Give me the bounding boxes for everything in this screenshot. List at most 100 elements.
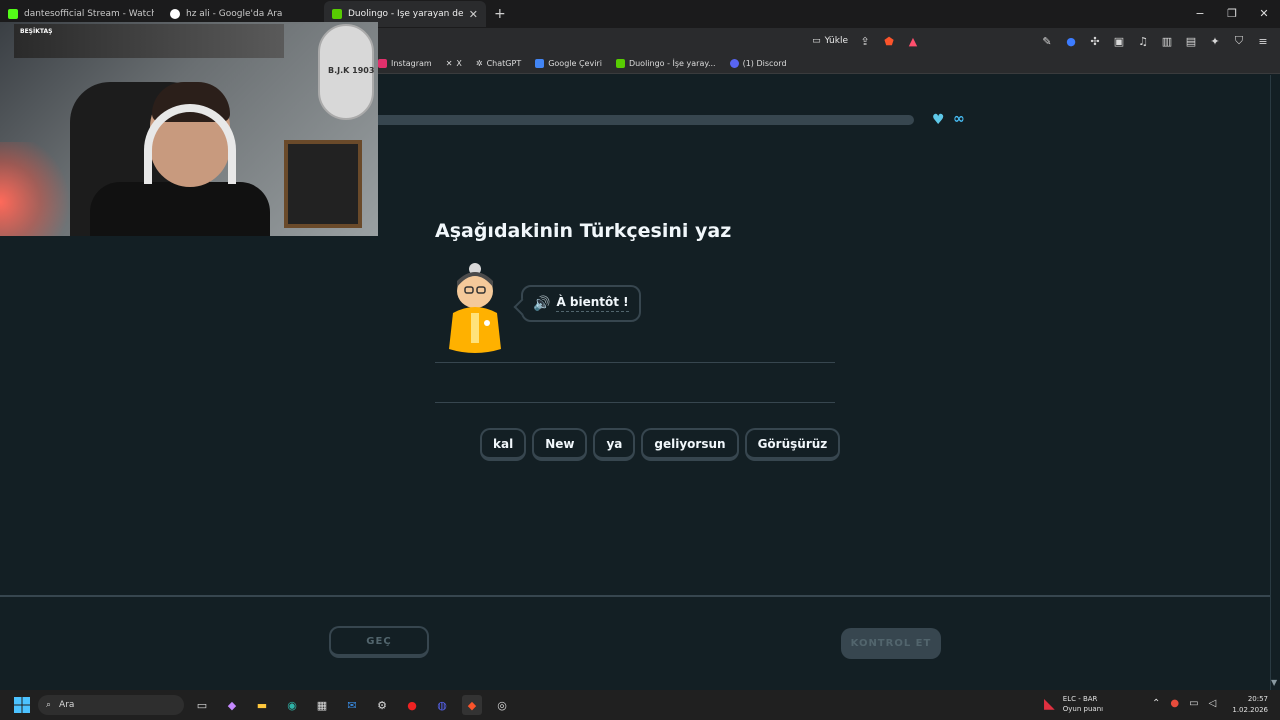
bookmark-label: X — [456, 59, 462, 68]
check-button[interactable]: KONTROL ET — [841, 628, 941, 659]
brave-rewards-icon[interactable]: ▲ — [906, 34, 920, 48]
store-icon[interactable]: ▦ — [312, 695, 332, 715]
new-tab-button[interactable]: + — [494, 6, 506, 22]
sports-widget[interactable]: ◣ ELC - BAR Oyun puanı — [1044, 694, 1103, 714]
hearts-count: ∞ — [953, 111, 965, 127]
upload-label: Yükle — [824, 36, 848, 46]
search-icon: ⌕ — [46, 700, 52, 710]
menu-icon[interactable]: ≡ — [1256, 34, 1270, 48]
word-tile[interactable]: geliyorsun — [641, 428, 739, 461]
bookmark-label: Google Çeviri — [548, 59, 602, 68]
shield-icon[interactable]: ⛉ — [1232, 34, 1246, 48]
google-translate-icon — [535, 59, 545, 68]
laptop-icon: ▭ — [812, 36, 821, 46]
brave-shields-icon[interactable]: ⬟ — [882, 34, 896, 48]
webcam-badge-text: B.J.K 1903 — [328, 66, 375, 75]
volume-icon[interactable]: ◁ — [1209, 698, 1217, 709]
page-scrollbar[interactable] — [1270, 75, 1280, 690]
webcam-chalkboard — [284, 140, 362, 228]
google-favicon-icon — [170, 9, 180, 19]
network-icon[interactable]: ▭ — [1189, 698, 1198, 709]
bookmark-label: (1) Discord — [742, 59, 787, 68]
search-placeholder: Ara — [59, 700, 75, 710]
word-tile[interactable]: kal — [480, 428, 527, 461]
speaker-icon[interactable]: 🔊 — [533, 296, 550, 312]
windows-taskbar: ⌕ Ara ▭ ◆ ▬ ◉ ▦ ✉ ⚙ ● ◍ ◆ ◎ ◣ ELC - BAR … — [0, 690, 1280, 720]
speech-bubble[interactable]: 🔊 À bientôt ! — [521, 285, 641, 322]
wallet-icon[interactable]: ▤ — [1184, 34, 1198, 48]
clock-time: 20:57 — [1247, 695, 1268, 703]
task-view-icon[interactable]: ▭ — [192, 695, 212, 715]
bookmark-chatgpt[interactable]: ✲ ChatGPT — [476, 59, 521, 68]
edge-icon[interactable]: ◉ — [282, 695, 302, 715]
red-app-icon[interactable]: ● — [402, 695, 422, 715]
bookmark-duolingo[interactable]: Duolingo - İşe yaray... — [615, 59, 716, 68]
instagram-icon — [378, 59, 387, 68]
pen-icon[interactable]: ✎ — [1040, 34, 1054, 48]
brave-taskbar-icon[interactable]: ◆ — [462, 695, 482, 715]
sidebar-icon[interactable]: ▥ — [1160, 34, 1174, 48]
steam-icon[interactable]: ⚙ — [372, 695, 392, 715]
kick-favicon-icon — [8, 9, 18, 19]
bookmark-label: Instagram — [391, 59, 432, 68]
minimize-button[interactable]: − — [1184, 0, 1216, 28]
word-tile[interactable]: Görüşürüz — [744, 428, 841, 461]
scroll-down-icon[interactable]: ▼ — [1271, 678, 1277, 687]
webcam-red-light — [0, 142, 80, 236]
bookmark-x[interactable]: ✕ X — [446, 59, 462, 68]
taskbar-search[interactable]: ⌕ Ara — [38, 695, 184, 715]
copilot-icon[interactable]: ◆ — [222, 695, 242, 715]
tab-label: hz ali - Google'da Ara — [186, 9, 283, 19]
music-icon[interactable]: ♫ — [1136, 34, 1150, 48]
close-tab-icon[interactable]: ✕ — [469, 8, 478, 21]
match-subtitle: Oyun puanı — [1062, 705, 1104, 713]
x-icon: ✕ — [445, 59, 453, 68]
heart-icon: ♥ — [932, 112, 945, 128]
match-score: ELC - BAR Oyun puanı — [1063, 694, 1103, 714]
webcam-overlay: BEŞİKTAŞ B.J.K 1903 — [0, 22, 378, 236]
taskbar-clock[interactable]: 20:57 1.02.2026 — [1232, 694, 1268, 716]
instruction-title: Aşağıdakinin Türkçesini yaz — [435, 220, 732, 242]
screenshot-icon[interactable]: ▣ — [1112, 34, 1126, 48]
bookmark-label: ChatGPT — [486, 59, 522, 68]
chatgpt-icon: ✲ — [475, 59, 483, 68]
extensions-icon[interactable]: ✣ — [1088, 34, 1102, 48]
bookmark-google-translate[interactable]: Google Çeviri — [535, 59, 602, 68]
vpn-icon[interactable]: ● — [1064, 34, 1078, 48]
microphone-icon[interactable]: ● — [1170, 698, 1179, 709]
close-window-button[interactable]: ✕ — [1248, 0, 1280, 28]
bookmark-instagram[interactable]: Instagram — [378, 59, 432, 68]
file-explorer-icon[interactable]: ▬ — [252, 695, 272, 715]
discord-taskbar-icon[interactable]: ◍ — [432, 695, 452, 715]
chevron-up-icon[interactable]: ⌃ — [1152, 698, 1160, 709]
prompt-phrase: À bientôt ! — [556, 295, 629, 312]
webcam-banner-text: BEŞİKTAŞ — [20, 28, 53, 35]
duolingo-character-illustration — [449, 263, 501, 353]
leo-ai-icon[interactable]: ✦ — [1208, 34, 1222, 48]
word-tile[interactable]: New — [532, 428, 588, 461]
obs-icon[interactable]: ◎ — [492, 695, 512, 715]
taskbar-apps: ▭ ◆ ▬ ◉ ▦ ✉ ⚙ ● ◍ ◆ ◎ — [192, 695, 512, 715]
tab-label: dantesofficial Stream - Watch Live — [24, 9, 154, 19]
windows-start-icon[interactable] — [14, 697, 30, 713]
answer-line-top — [435, 362, 835, 363]
upload-button[interactable]: ▭ Yükle — [812, 36, 848, 46]
duolingo-icon — [615, 59, 625, 68]
bookmark-discord[interactable]: (1) Discord — [729, 59, 787, 68]
sports-team-icon: ◣ — [1044, 696, 1055, 712]
word-tile[interactable]: ya — [593, 428, 636, 461]
toolbar-actions: ▭ Yükle ⇪ ⬟ ▲ ✎ ● ✣ ▣ ♫ ▥ ▤ ✦ ⛉ ≡ — [812, 28, 1280, 54]
webcam-banner — [14, 24, 284, 58]
lesson-progress-bar — [300, 115, 914, 125]
match-title: ELC - BAR — [1062, 695, 1098, 703]
tab-label: Duolingo - İşe yarayan dersler — [348, 9, 463, 19]
skip-button[interactable]: GEÇ — [329, 626, 429, 658]
word-bank: kal New ya geliyorsun Görüşürüz — [480, 428, 841, 461]
maximize-button[interactable]: ❐ — [1216, 0, 1248, 28]
system-tray: ⌃ ● ▭ ◁ — [1152, 698, 1216, 709]
discord-icon — [729, 59, 739, 68]
answer-line-bottom — [435, 402, 835, 403]
mail-icon[interactable]: ✉ — [342, 695, 362, 715]
share-icon[interactable]: ⇪ — [858, 34, 872, 48]
window-controls: − ❐ ✕ — [1184, 0, 1280, 28]
